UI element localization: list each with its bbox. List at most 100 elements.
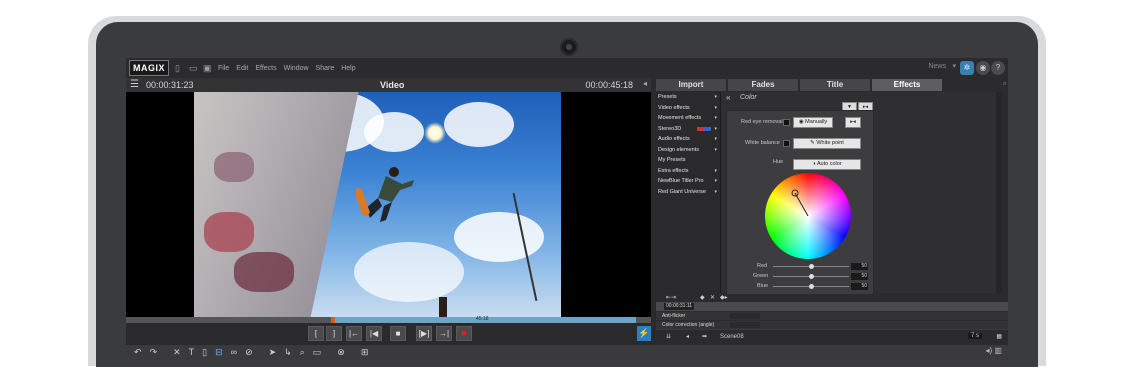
tab-fades[interactable]: Fades	[728, 79, 798, 91]
save-icon[interactable]: ▣	[203, 63, 212, 73]
menu-file[interactable]: File	[218, 65, 229, 72]
news-label[interactable]: News	[928, 63, 946, 70]
mark-in-icon[interactable]: [	[308, 326, 324, 341]
video-preview[interactable]	[126, 92, 651, 317]
menu-effects[interactable]: Effects	[255, 65, 276, 72]
open-folder-icon[interactable]: ▭	[189, 63, 198, 73]
list-item[interactable]: Audio effects ▾	[656, 134, 720, 145]
white-balance-label: White balance	[745, 140, 780, 146]
text-icon[interactable]: T	[189, 347, 195, 357]
undo-icon[interactable]: ↶	[134, 347, 142, 358]
slider-value[interactable]: 50	[851, 263, 868, 270]
slider-value[interactable]: 50	[851, 283, 868, 290]
menu-bar: MAGIX ▯ ▭ ▣ File Edit Effects Window Sha…	[126, 58, 1008, 78]
slider-green[interactable]: Green 50	[727, 273, 873, 281]
menu-help[interactable]: Help	[341, 65, 355, 72]
quick-action-icon[interactable]: ⚡	[637, 326, 651, 341]
storyboard-icon[interactable]: ▦	[996, 333, 1002, 340]
menu-window[interactable]: Window	[284, 65, 309, 72]
white-point-button[interactable]: ✎ White point	[793, 138, 861, 149]
hue-pointer[interactable]	[765, 173, 851, 259]
mark-out-icon[interactable]: ]	[326, 326, 342, 341]
list-item[interactable]: Extra effects ▾	[656, 166, 720, 177]
zoom-tool-icon[interactable]: ⌕	[300, 347, 305, 358]
color-settings: Red eye removal ◉ Manually ▸◂ White bala…	[726, 110, 874, 295]
effects-scrollbar[interactable]	[996, 92, 1002, 293]
record-icon[interactable]: ●	[456, 326, 472, 341]
ripple-icon[interactable]: ▭	[313, 347, 322, 358]
tab-title[interactable]: Title	[800, 79, 870, 91]
prev-scene-icon[interactable]: ◂	[686, 333, 689, 340]
next-keyframe-icon[interactable]: ◆▸	[720, 294, 728, 301]
media-pool-tabs: Import Fades Title Effects ▫	[656, 78, 1008, 92]
red-eye-mode-icon[interactable]: ▸◂	[845, 117, 861, 128]
player-options-icon[interactable]: ◂	[643, 79, 647, 88]
layout-icon[interactable]: ✲	[960, 61, 974, 75]
volume-icon[interactable]: ◂) ▥	[986, 346, 1002, 355]
settings-icon[interactable]: ◉	[976, 61, 990, 75]
clipboard-icon[interactable]: ▯	[202, 347, 207, 358]
previous-marker-icon[interactable]: |◀	[366, 326, 382, 341]
slider-value[interactable]: 50	[851, 273, 868, 280]
snapshot-icon[interactable]: ⊞	[361, 347, 369, 358]
news-dropdown-icon[interactable]: ▾	[952, 62, 956, 70]
list-item[interactable]: Presets ▾	[656, 92, 720, 103]
menu-edit[interactable]: Edit	[236, 65, 248, 72]
slider-knob[interactable]	[809, 274, 814, 279]
manually-button[interactable]: ◉ Manually	[793, 117, 833, 128]
unlink-icon[interactable]: ⊘	[245, 347, 253, 358]
delete-keyframe-icon[interactable]: ✕	[710, 294, 715, 301]
tab-import[interactable]: Import	[656, 79, 726, 91]
effects-list: Presets ▾ Video effects ▾ Movement effects…	[656, 92, 721, 293]
timeline-zoom-icon[interactable]: ⇤⇥	[666, 294, 676, 301]
collapse-timeline-icon[interactable]: ⇊	[666, 333, 671, 340]
menu-icon[interactable]: ☰	[130, 79, 139, 90]
link-icon[interactable]: ∞	[231, 347, 237, 357]
slider-blue[interactable]: Blue 50	[727, 283, 873, 291]
list-item[interactable]: Movement effects ▾	[656, 113, 720, 124]
effects-panel: Presets ▾ Video effects ▾ Movement effects…	[656, 92, 1002, 295]
list-item[interactable]: Video effects ▾	[656, 103, 720, 114]
current-timecode: 00:00:31:23	[146, 80, 194, 90]
slider-knob[interactable]	[809, 264, 814, 269]
back-icon[interactable]: «	[726, 93, 730, 102]
help-icon[interactable]: ?	[991, 61, 1005, 75]
pointer-icon[interactable]: ➤	[269, 347, 277, 358]
jump-to-in-icon[interactable]: |←	[346, 326, 362, 341]
timeline-ruler[interactable]: 00:00:31:11	[656, 302, 1008, 311]
group-icon[interactable]: ⊟	[215, 347, 223, 358]
list-item[interactable]: Red Giant Universe ▾	[656, 187, 720, 198]
marker-icon[interactable]: ⊗	[337, 347, 345, 358]
total-timecode: 00:00:45:18	[585, 80, 633, 90]
zoom-label[interactable]: 7 s	[967, 333, 982, 339]
delete-icon[interactable]: ✕	[173, 347, 181, 358]
list-item[interactable]: Design elements ▾	[656, 145, 720, 156]
slider-knob[interactable]	[809, 284, 814, 289]
list-item[interactable]: My Presets	[656, 155, 720, 166]
edit-toolbar: ↶ ↷ ✕ T ▯ ⊟ ∞ ⊘ ➤ ↳ ⌕ ▭ ⊗ ⊞ ◂) ▥	[126, 345, 1008, 359]
slider-red[interactable]: Red 50	[727, 263, 873, 271]
table-row[interactable]: Color correction (angle)	[656, 320, 1008, 329]
split-icon[interactable]: ↳	[284, 347, 292, 358]
jump-to-out-icon[interactable]: →|	[436, 326, 452, 341]
white-balance-checkbox[interactable]	[783, 140, 790, 147]
tab-effects[interactable]: Effects	[872, 79, 942, 91]
next-scene-icon[interactable]: ➡	[702, 333, 707, 340]
close-panel-icon[interactable]: ▫	[1003, 79, 1006, 88]
new-file-icon[interactable]: ▯	[175, 63, 183, 73]
list-item[interactable]: Stereo3D ▾	[656, 124, 720, 135]
transport-controls: [ ] |← |◀ ■ [▶] →| ● ⚡	[126, 323, 651, 345]
timeline-status: ⇊ ◂ ➡ Scene08 7 s ▦	[656, 330, 1008, 345]
redo-icon[interactable]: ↷	[150, 347, 158, 358]
play-range-icon[interactable]: [▶]	[416, 326, 432, 341]
auto-color-button[interactable]: ◑ Auto color	[793, 159, 861, 170]
menu-share[interactable]: Share	[316, 65, 335, 72]
stop-icon[interactable]: ■	[390, 326, 406, 341]
add-keyframe-icon[interactable]: ◆	[700, 294, 705, 301]
table-row[interactable]: Anti-flicker	[656, 311, 1008, 320]
video-frame	[194, 92, 561, 317]
red-eye-label: Red eye removal	[741, 119, 783, 125]
player-header: ☰ 00:00:31:23 Video 00:00:45:18 ◂	[126, 78, 651, 92]
list-item[interactable]: NewBlue Titler Pro ▾	[656, 176, 720, 187]
red-eye-checkbox[interactable]	[783, 119, 790, 126]
